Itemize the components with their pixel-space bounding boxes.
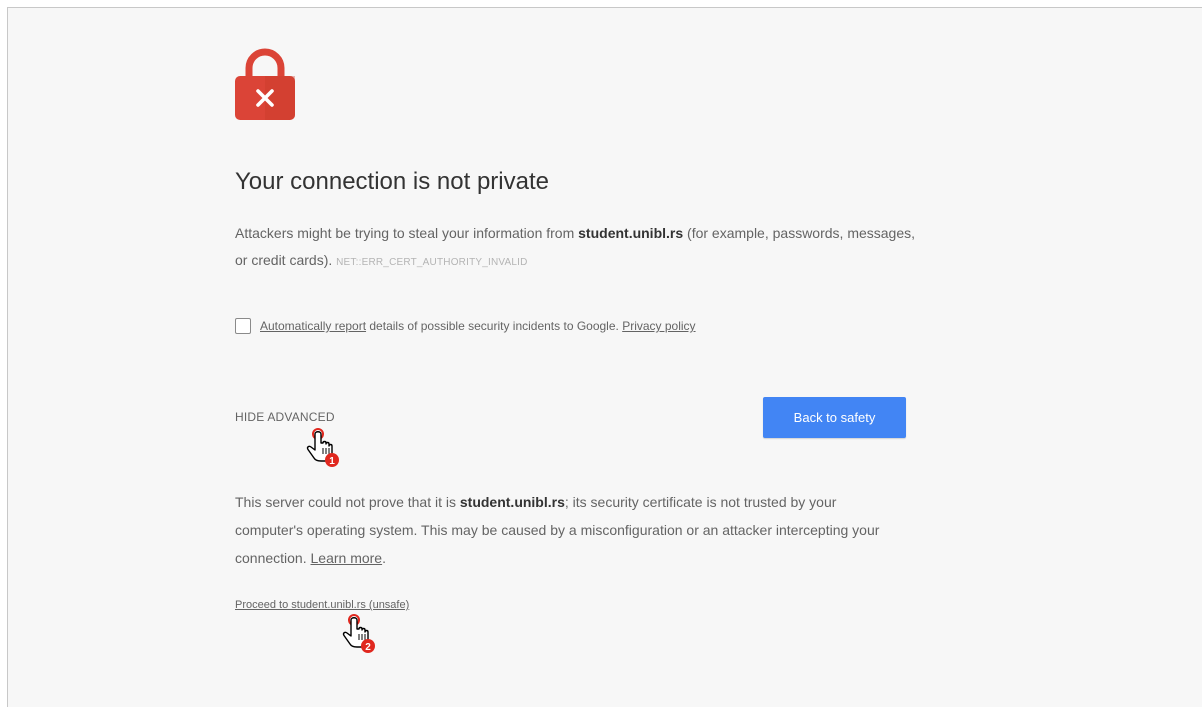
intro-prefix: Attackers might be trying to steal your …	[235, 225, 579, 241]
site-domain: student.unibl.rs	[578, 225, 684, 241]
auto-report-link[interactable]: Automatically report	[260, 319, 366, 333]
privacy-policy-link[interactable]: Privacy policy	[622, 319, 695, 333]
report-checkbox[interactable]	[235, 318, 251, 334]
details-prefix: This server could not prove that it is	[235, 494, 460, 510]
step-badge-2: 2	[365, 642, 371, 653]
intro-text: Attackers might be trying to steal your …	[235, 220, 915, 276]
back-to-safety-label: Back to safety	[793, 410, 876, 425]
page-title: Your connection is not private	[235, 168, 549, 195]
hide-advanced-button[interactable]: HIDE ADVANCED	[235, 410, 335, 424]
details-domain: student.unibl.rs	[459, 494, 565, 510]
learn-more-link[interactable]: Learn more	[311, 550, 383, 566]
step-badge-1: 1	[329, 456, 335, 467]
details-text: This server could not prove that it is s…	[235, 488, 905, 572]
error-code: NET::ERR_CERT_AUTHORITY_INVALID	[336, 257, 528, 268]
details-end: .	[382, 550, 386, 566]
lock-error-icon	[235, 48, 295, 120]
interstitial-page: Your connection is not private Attackers…	[7, 7, 1202, 707]
hand-pointer-icon: 2	[342, 614, 375, 653]
report-option: Automatically report details of possible…	[235, 316, 696, 336]
hand-pointer-icon: 1	[306, 428, 339, 467]
back-to-safety-button[interactable]: Back to safety	[763, 397, 906, 438]
proceed-unsafe-link[interactable]: Proceed to student.unibl.rs (unsafe)	[235, 599, 409, 611]
report-text: details of possible security incidents t…	[366, 319, 623, 333]
